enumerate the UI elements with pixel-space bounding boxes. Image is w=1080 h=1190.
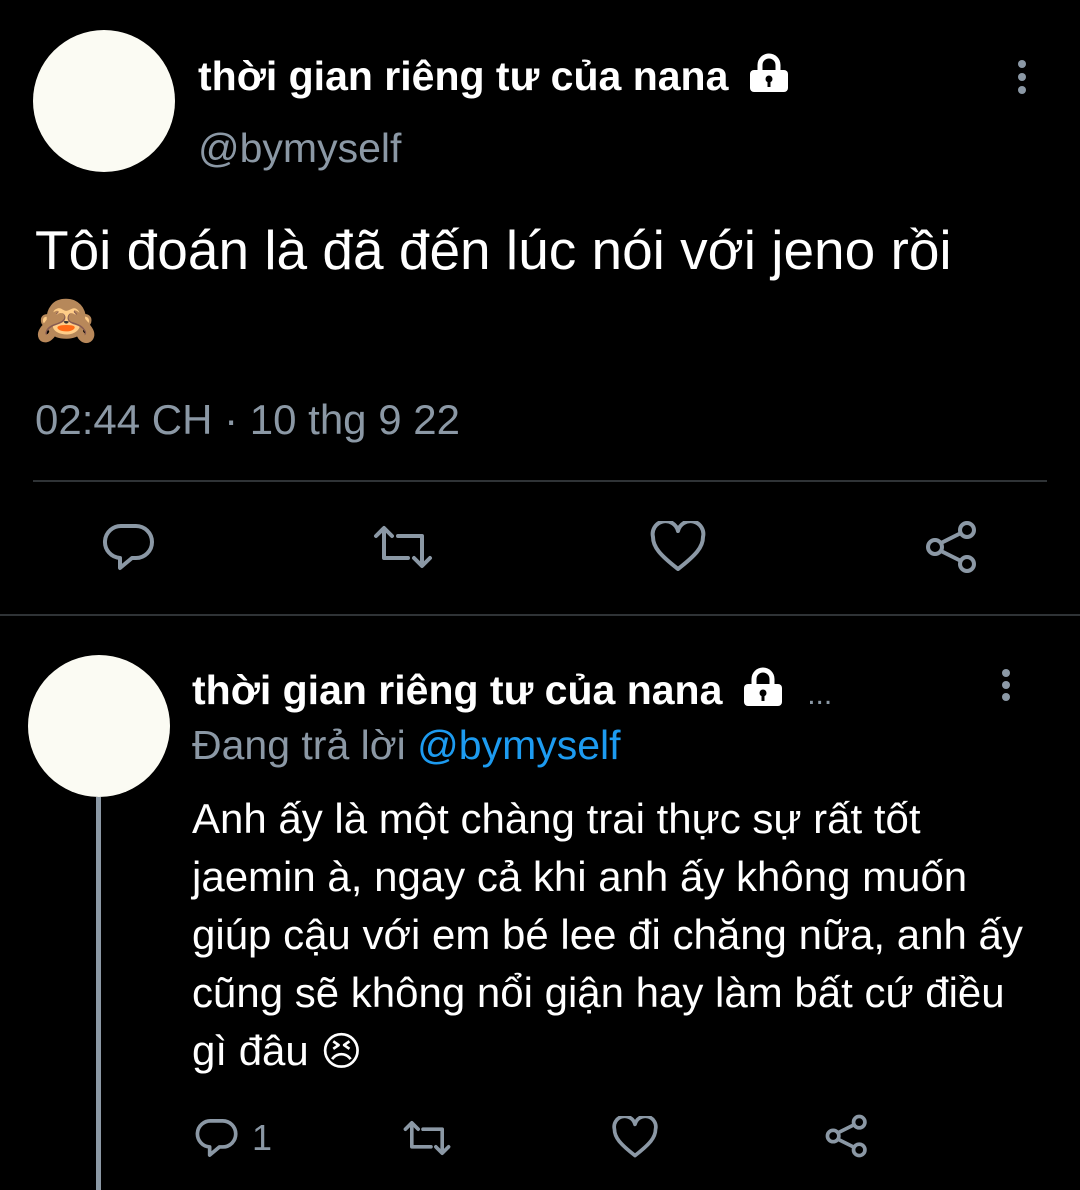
share-icon[interactable] xyxy=(924,520,980,574)
divider xyxy=(33,480,1047,482)
share-icon[interactable] xyxy=(824,1114,870,1158)
reply-icon[interactable] xyxy=(102,520,156,574)
retweet-icon[interactable] xyxy=(372,522,434,572)
handle[interactable]: @bymyself xyxy=(198,122,401,174)
persevering-face-emoji: 😣 xyxy=(320,1029,363,1075)
display-name-row[interactable]: thời gian riêng tư của nana xyxy=(198,48,792,107)
thread-line xyxy=(96,797,101,1190)
tweet-text-body: Anh ấy là một chàng trai thực sự rất tốt… xyxy=(192,795,1023,1074)
section-divider xyxy=(0,614,1080,616)
lock-icon xyxy=(746,51,792,107)
timestamp[interactable]: 02:44 CH · 10 thg 9 22 xyxy=(35,392,460,448)
avatar[interactable] xyxy=(28,655,170,797)
lock-icon xyxy=(740,665,786,721)
replying-to-handle[interactable]: @bymyself xyxy=(417,722,620,768)
reply-icon[interactable] xyxy=(195,1116,239,1160)
display-name: thời gian riêng tư của nana xyxy=(198,53,729,99)
like-icon[interactable] xyxy=(650,521,706,573)
tweet-text-body: Tôi đoán là đã đến lúc nói với jeno rồi xyxy=(35,219,952,281)
more-options-icon[interactable] xyxy=(1018,60,1026,94)
retweet-icon[interactable] xyxy=(402,1118,452,1158)
more-options-icon[interactable] xyxy=(1002,669,1010,701)
see-no-evil-monkey-emoji: 🙈 xyxy=(35,291,98,349)
tweet-text: Anh ấy là một chàng trai thực sự rất tốt… xyxy=(192,790,1032,1081)
truncation-ellipsis: ... xyxy=(807,678,833,711)
display-name: thời gian riêng tư của nana xyxy=(192,667,723,713)
like-icon[interactable] xyxy=(612,1116,658,1159)
reply-count: 1 xyxy=(252,1117,273,1158)
replying-to-label: Đang trả lời xyxy=(192,722,406,768)
avatar[interactable] xyxy=(33,30,175,172)
replying-to: Đang trả lời @bymyself xyxy=(192,718,621,772)
tweet-text: Tôi đoán là đã đến lúc nói với jeno rồi … xyxy=(35,216,1025,354)
display-name-row[interactable]: thời gian riêng tư của nana ... xyxy=(192,662,832,723)
